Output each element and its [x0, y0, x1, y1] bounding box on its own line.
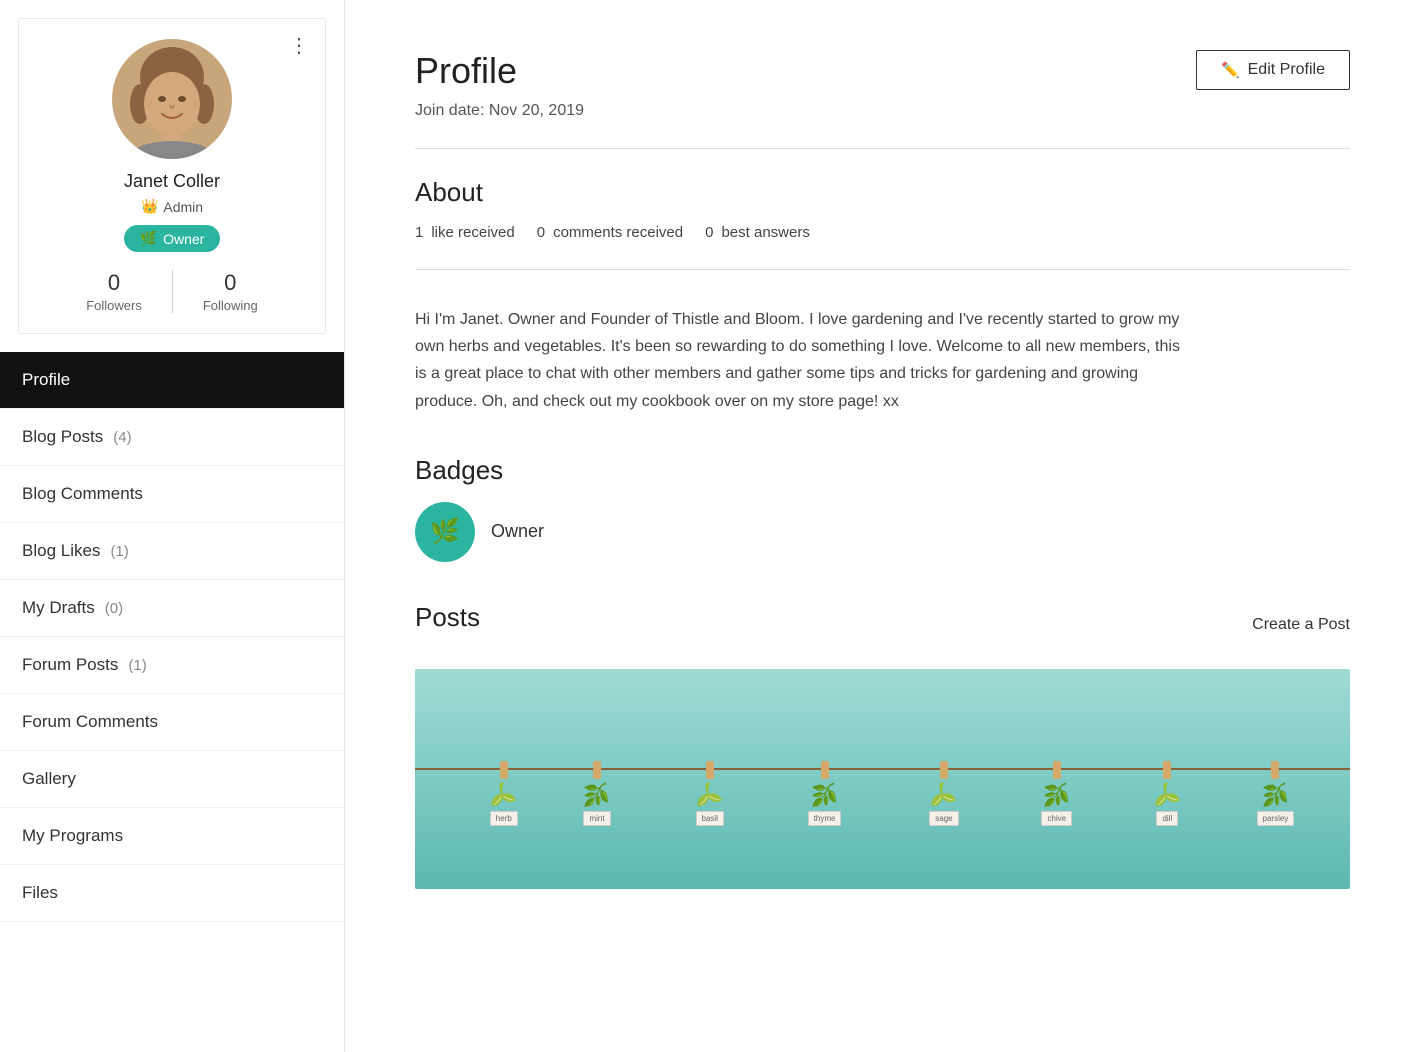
nav-count-blog-posts: (4) [113, 429, 131, 446]
herb-bundle-1: 🌱 herb [490, 761, 518, 826]
herb-bundle-7: 🌱 dill [1154, 761, 1181, 826]
herb-bundle-8: 🌿 parsley [1257, 761, 1295, 826]
admin-label: Admin [163, 199, 203, 215]
sidebar: ⋮ [0, 0, 345, 1052]
sidebar-item-label-gallery: Gallery [22, 769, 76, 789]
herb-bundle-2: 🌿 mint [583, 761, 610, 826]
join-date: Join date: Nov 20, 2019 [415, 102, 1350, 120]
herbs-scene: 🌱 herb 🌿 mint 🌱 basil 🌿 thyme 🌱 [415, 669, 1350, 889]
badges-title: Badges [415, 455, 1350, 486]
divider-1 [415, 148, 1350, 149]
posts-title: Posts [415, 602, 480, 633]
nav-count-my-drafts: (0) [105, 600, 123, 617]
leaf-icon: 🌿 [140, 230, 157, 247]
sidebar-item-label-blog-comments: Blog Comments [22, 484, 143, 504]
comments-received-label: comments received [553, 224, 683, 241]
sidebar-item-blog-likes[interactable]: Blog Likes (1) [0, 523, 344, 580]
sidebar-item-label-my-drafts: My Drafts [22, 598, 95, 618]
post-image: 🌱 herb 🌿 mint 🌱 basil 🌿 thyme 🌱 [415, 669, 1350, 889]
herb-bundle-4: 🌿 thyme [808, 761, 842, 826]
sidebar-item-label-files: Files [22, 883, 58, 903]
badge-circle: 🌿 [415, 502, 475, 562]
crown-icon: 👑 [141, 198, 158, 215]
sidebar-item-blog-posts[interactable]: Blog Posts (4) [0, 409, 344, 466]
comments-received-count: 0 [537, 224, 545, 241]
sidebar-item-label-forum-posts: Forum Posts [22, 655, 118, 675]
sidebar-item-my-programs[interactable]: My Programs [0, 808, 344, 865]
likes-received-count: 1 [415, 224, 423, 241]
badge-name: Owner [491, 521, 544, 542]
about-stats: 1 like received 0 comments received 0 be… [415, 224, 1350, 241]
badge-leaf-icon: 🌿 [430, 517, 460, 546]
profile-card: ⋮ [18, 18, 326, 334]
sidebar-item-label-my-programs: My Programs [22, 826, 123, 846]
owner-badge: 🌿 Owner [124, 225, 221, 252]
herb-bundle-5: 🌱 sage [929, 761, 958, 826]
main-content: Profile ✏️ Edit Profile Join date: Nov 2… [345, 0, 1410, 1052]
clothespin-1 [500, 761, 508, 779]
avatar [112, 39, 232, 159]
following-stat: 0 Following [173, 270, 288, 313]
herb-leaves-1: 🌱 [490, 781, 517, 807]
following-count: 0 [224, 270, 236, 296]
herb-bundle-6: 🌿 chive [1041, 761, 1072, 826]
nav-count-blog-likes: (1) [110, 543, 128, 560]
create-post-button[interactable]: Create a Post [1252, 616, 1350, 634]
best-answers-count: 0 [705, 224, 713, 241]
posts-header: Posts Create a Post [415, 602, 1350, 649]
admin-badge: 👑 Admin [141, 198, 203, 215]
page-title: Profile [415, 50, 517, 92]
edit-profile-button[interactable]: ✏️ Edit Profile [1196, 50, 1350, 90]
followers-count: 0 [108, 270, 120, 296]
sidebar-item-forum-comments[interactable]: Forum Comments [0, 694, 344, 751]
owner-label: Owner [163, 231, 204, 247]
bio-text: Hi I'm Janet. Owner and Founder of Thist… [415, 306, 1195, 415]
sidebar-item-forum-posts[interactable]: Forum Posts (1) [0, 637, 344, 694]
main-header: Profile ✏️ Edit Profile [415, 50, 1350, 92]
divider-2 [415, 269, 1350, 270]
sidebar-item-files[interactable]: Files [0, 865, 344, 922]
sidebar-item-gallery[interactable]: Gallery [0, 751, 344, 808]
sidebar-item-label-forum-comments: Forum Comments [22, 712, 158, 732]
sidebar-nav: Profile Blog Posts (4) Blog Comments Blog Li… [0, 352, 344, 922]
likes-received-label: like received [431, 224, 514, 241]
about-title: About [415, 177, 1350, 208]
badge-item-owner: 🌿 Owner [415, 502, 1350, 562]
edit-profile-label: Edit Profile [1248, 61, 1325, 79]
followers-stat: 0 Followers [56, 270, 173, 313]
sidebar-item-label-profile: Profile [22, 370, 70, 390]
pencil-icon: ✏️ [1221, 61, 1240, 79]
sidebar-item-my-drafts[interactable]: My Drafts (0) [0, 580, 344, 637]
stats-row: 0 Followers 0 Following [35, 270, 309, 313]
sidebar-item-label-blog-likes: Blog Likes [22, 541, 100, 561]
herb-bundle-3: 🌱 basil [696, 761, 724, 826]
followers-label: Followers [86, 298, 142, 313]
sidebar-item-profile[interactable]: Profile [0, 352, 344, 409]
user-name: Janet Coller [124, 171, 220, 192]
clothesline [415, 768, 1350, 770]
sidebar-item-label-blog-posts: Blog Posts [22, 427, 103, 447]
nav-count-forum-posts: (1) [128, 657, 146, 674]
following-label: Following [203, 298, 258, 313]
badges-section: Badges 🌿 Owner [415, 455, 1350, 562]
best-answers-label: best answers [721, 224, 809, 241]
sidebar-item-blog-comments[interactable]: Blog Comments [0, 466, 344, 523]
more-options-icon[interactable]: ⋮ [289, 33, 311, 58]
